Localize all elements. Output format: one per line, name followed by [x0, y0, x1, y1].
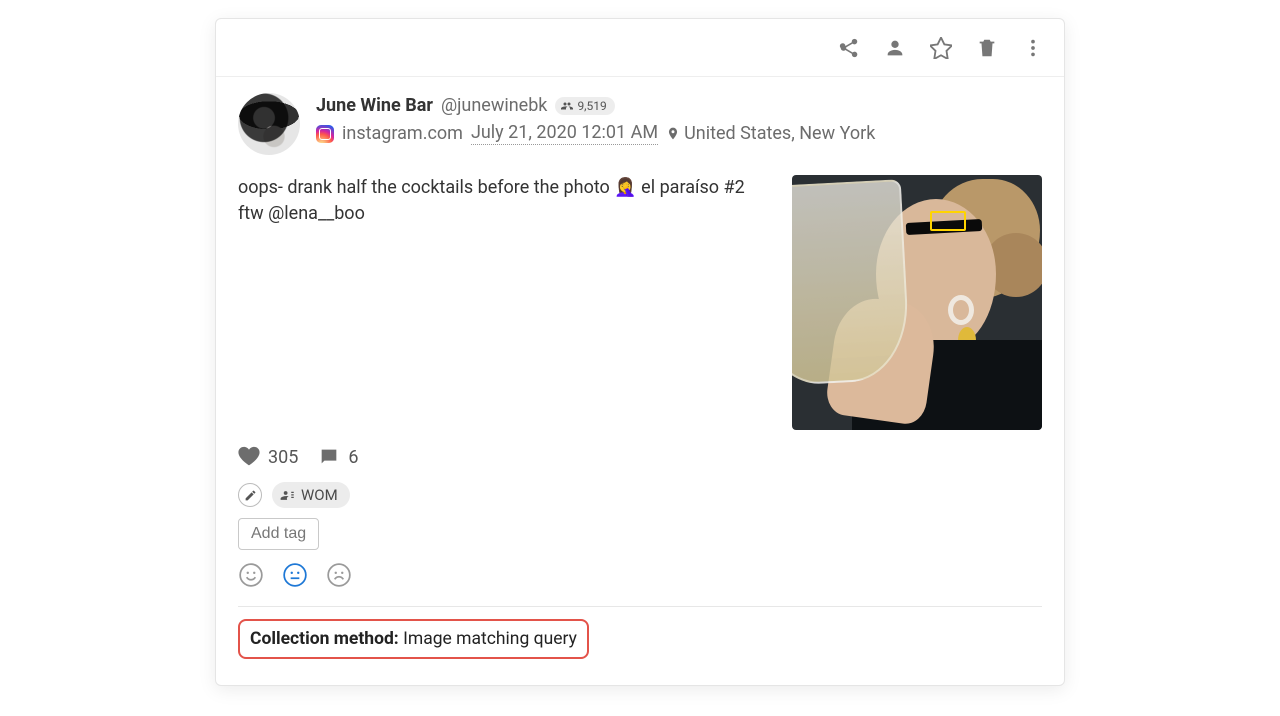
- instagram-icon: [316, 125, 334, 143]
- collection-method-label: Collection method:: [250, 629, 399, 649]
- likes[interactable]: 305: [238, 446, 298, 468]
- post-media[interactable]: [792, 175, 1042, 430]
- sentiment-row: [238, 562, 1042, 588]
- sentiment-neutral[interactable]: [282, 562, 308, 588]
- collection-method-callout: Collection method: Image matching query: [238, 619, 589, 659]
- sentiment-negative[interactable]: [326, 562, 352, 588]
- star-icon[interactable]: [930, 37, 952, 59]
- avatar[interactable]: [238, 93, 300, 155]
- post-header: June Wine Bar @junewinebk 9,519 instagra…: [238, 93, 1042, 155]
- share-icon[interactable]: [838, 37, 860, 59]
- smile-icon: [238, 562, 264, 588]
- trash-icon[interactable]: [976, 37, 998, 59]
- neutral-face-icon: [282, 562, 308, 588]
- facepalm-emoji: 🤦‍♀️: [614, 177, 636, 198]
- more-vert-icon[interactable]: [1022, 37, 1044, 59]
- tag-row: WOM: [238, 482, 1042, 508]
- post-card: June Wine Bar @junewinebk 9,519 instagra…: [215, 18, 1065, 686]
- post-location: United States, New York: [666, 123, 875, 144]
- follower-count: 9,519: [577, 99, 606, 113]
- comments[interactable]: 6: [318, 446, 358, 468]
- wom-icon: [280, 488, 295, 503]
- divider: [238, 606, 1042, 607]
- location-pin-icon: [666, 125, 680, 142]
- likes-count: 305: [268, 447, 298, 468]
- edit-tags-button[interactable]: [238, 483, 262, 507]
- collection-method-value: Image matching query: [403, 629, 577, 649]
- engagement-row: 305 6: [238, 446, 1042, 468]
- comment-icon: [318, 446, 340, 468]
- frown-icon: [326, 562, 352, 588]
- comments-count: 6: [348, 447, 358, 468]
- sentiment-positive[interactable]: [238, 562, 264, 588]
- add-tag-button[interactable]: Add tag: [238, 518, 319, 550]
- people-icon: [561, 100, 573, 112]
- person-icon[interactable]: [884, 37, 906, 59]
- author-name[interactable]: June Wine Bar: [316, 95, 433, 116]
- location-text: United States, New York: [684, 123, 875, 144]
- detection-box: [930, 211, 966, 231]
- wom-chip-label: WOM: [301, 486, 338, 504]
- post-timestamp[interactable]: July 21, 2020 12:01 AM: [471, 122, 658, 145]
- author-handle[interactable]: @junewinebk: [441, 95, 548, 116]
- source-domain[interactable]: instagram.com: [342, 123, 463, 144]
- wom-chip[interactable]: WOM: [272, 482, 350, 508]
- post-text-part1: oops- drank half the cocktails before th…: [238, 177, 614, 198]
- card-toolbar: [216, 19, 1064, 77]
- follower-count-pill: 9,519: [555, 97, 614, 115]
- pencil-icon: [244, 489, 257, 502]
- post-text: oops- drank half the cocktails before th…: [238, 175, 768, 430]
- heart-icon: [238, 446, 260, 468]
